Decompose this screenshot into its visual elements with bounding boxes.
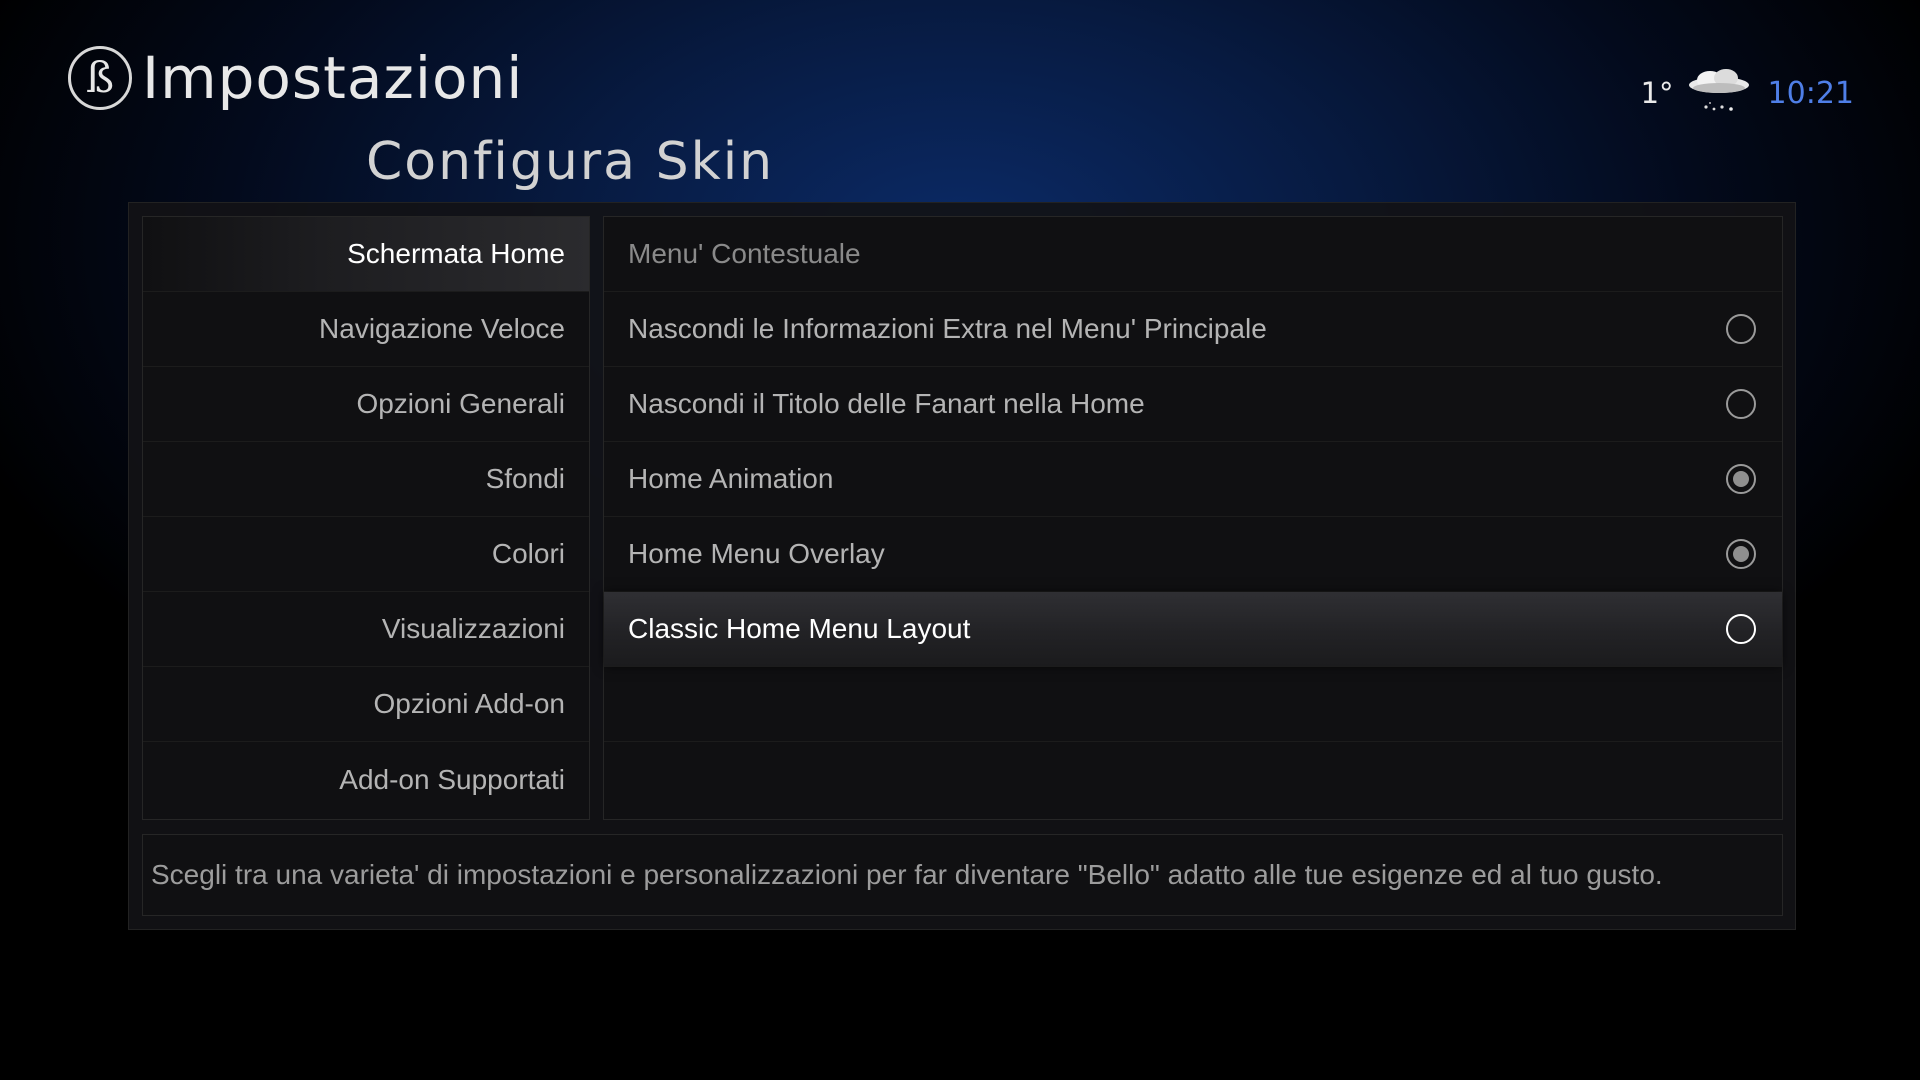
category-item-addon-supportati[interactable]: Add-on Supportati: [143, 742, 589, 817]
radio-checked-icon[interactable]: [1726, 464, 1756, 494]
empty-row: [604, 667, 1782, 742]
app-header: ß Impostazioni: [68, 42, 523, 114]
category-item-opzioni-generali[interactable]: Opzioni Generali: [143, 367, 589, 442]
radio-unchecked-icon[interactable]: [1726, 314, 1756, 344]
status-bar: 1° 10:21: [1640, 69, 1854, 116]
snow-cloud-icon: [1684, 63, 1754, 123]
option-classic-home-menu-layout[interactable]: Classic Home Menu Layout: [604, 592, 1782, 667]
option-home-menu-overlay[interactable]: Home Menu Overlay: [604, 517, 1782, 592]
option-nascondi-informazioni-extra[interactable]: Nascondi le Informazioni Extra nel Menu'…: [604, 292, 1782, 367]
category-item-navigazione-veloce[interactable]: Navigazione Veloce: [143, 292, 589, 367]
bello-logo-icon: ß: [68, 46, 132, 110]
option-label: Nascondi le Informazioni Extra nel Menu'…: [628, 313, 1267, 344]
page-title: Configura Skin: [366, 132, 775, 192]
option-label: Classic Home Menu Layout: [628, 613, 971, 644]
radio-checked-icon[interactable]: [1726, 539, 1756, 569]
description-box: Scegli tra una varieta' di impostazioni …: [142, 834, 1783, 916]
category-item-opzioni-addon[interactable]: Opzioni Add-on: [143, 667, 589, 742]
radio-dot: [1733, 471, 1749, 487]
radio-unchecked-icon[interactable]: [1726, 389, 1756, 419]
category-item-visualizzazioni[interactable]: Visualizzazioni: [143, 592, 589, 667]
settings-options-list: Menu' Contestuale Nascondi le Informazio…: [603, 216, 1783, 820]
option-nascondi-titolo-fanart[interactable]: Nascondi il Titolo delle Fanart nella Ho…: [604, 367, 1782, 442]
category-item-colori[interactable]: Colori: [143, 517, 589, 592]
option-menu-contestuale[interactable]: Menu' Contestuale: [604, 217, 1782, 292]
radio-dot: [1733, 546, 1749, 562]
temperature: 1°: [1640, 76, 1674, 110]
option-label: Nascondi il Titolo delle Fanart nella Ho…: [628, 388, 1145, 419]
empty-row: [604, 742, 1782, 817]
radio-unchecked-icon[interactable]: [1726, 614, 1756, 644]
app-title: Impostazioni: [142, 44, 524, 112]
category-item-schermata-home[interactable]: Schermata Home: [143, 217, 589, 292]
description-text: Scegli tra una varieta' di impostazioni …: [151, 859, 1663, 890]
option-label: Menu' Contestuale: [628, 238, 861, 269]
settings-category-list: Schermata Home Navigazione Veloce Opzion…: [142, 216, 590, 820]
option-label: Home Menu Overlay: [628, 538, 885, 569]
option-label: Home Animation: [628, 463, 834, 494]
option-home-animation[interactable]: Home Animation: [604, 442, 1782, 517]
clock: 10:21: [1767, 75, 1854, 111]
category-item-sfondi[interactable]: Sfondi: [143, 442, 589, 517]
